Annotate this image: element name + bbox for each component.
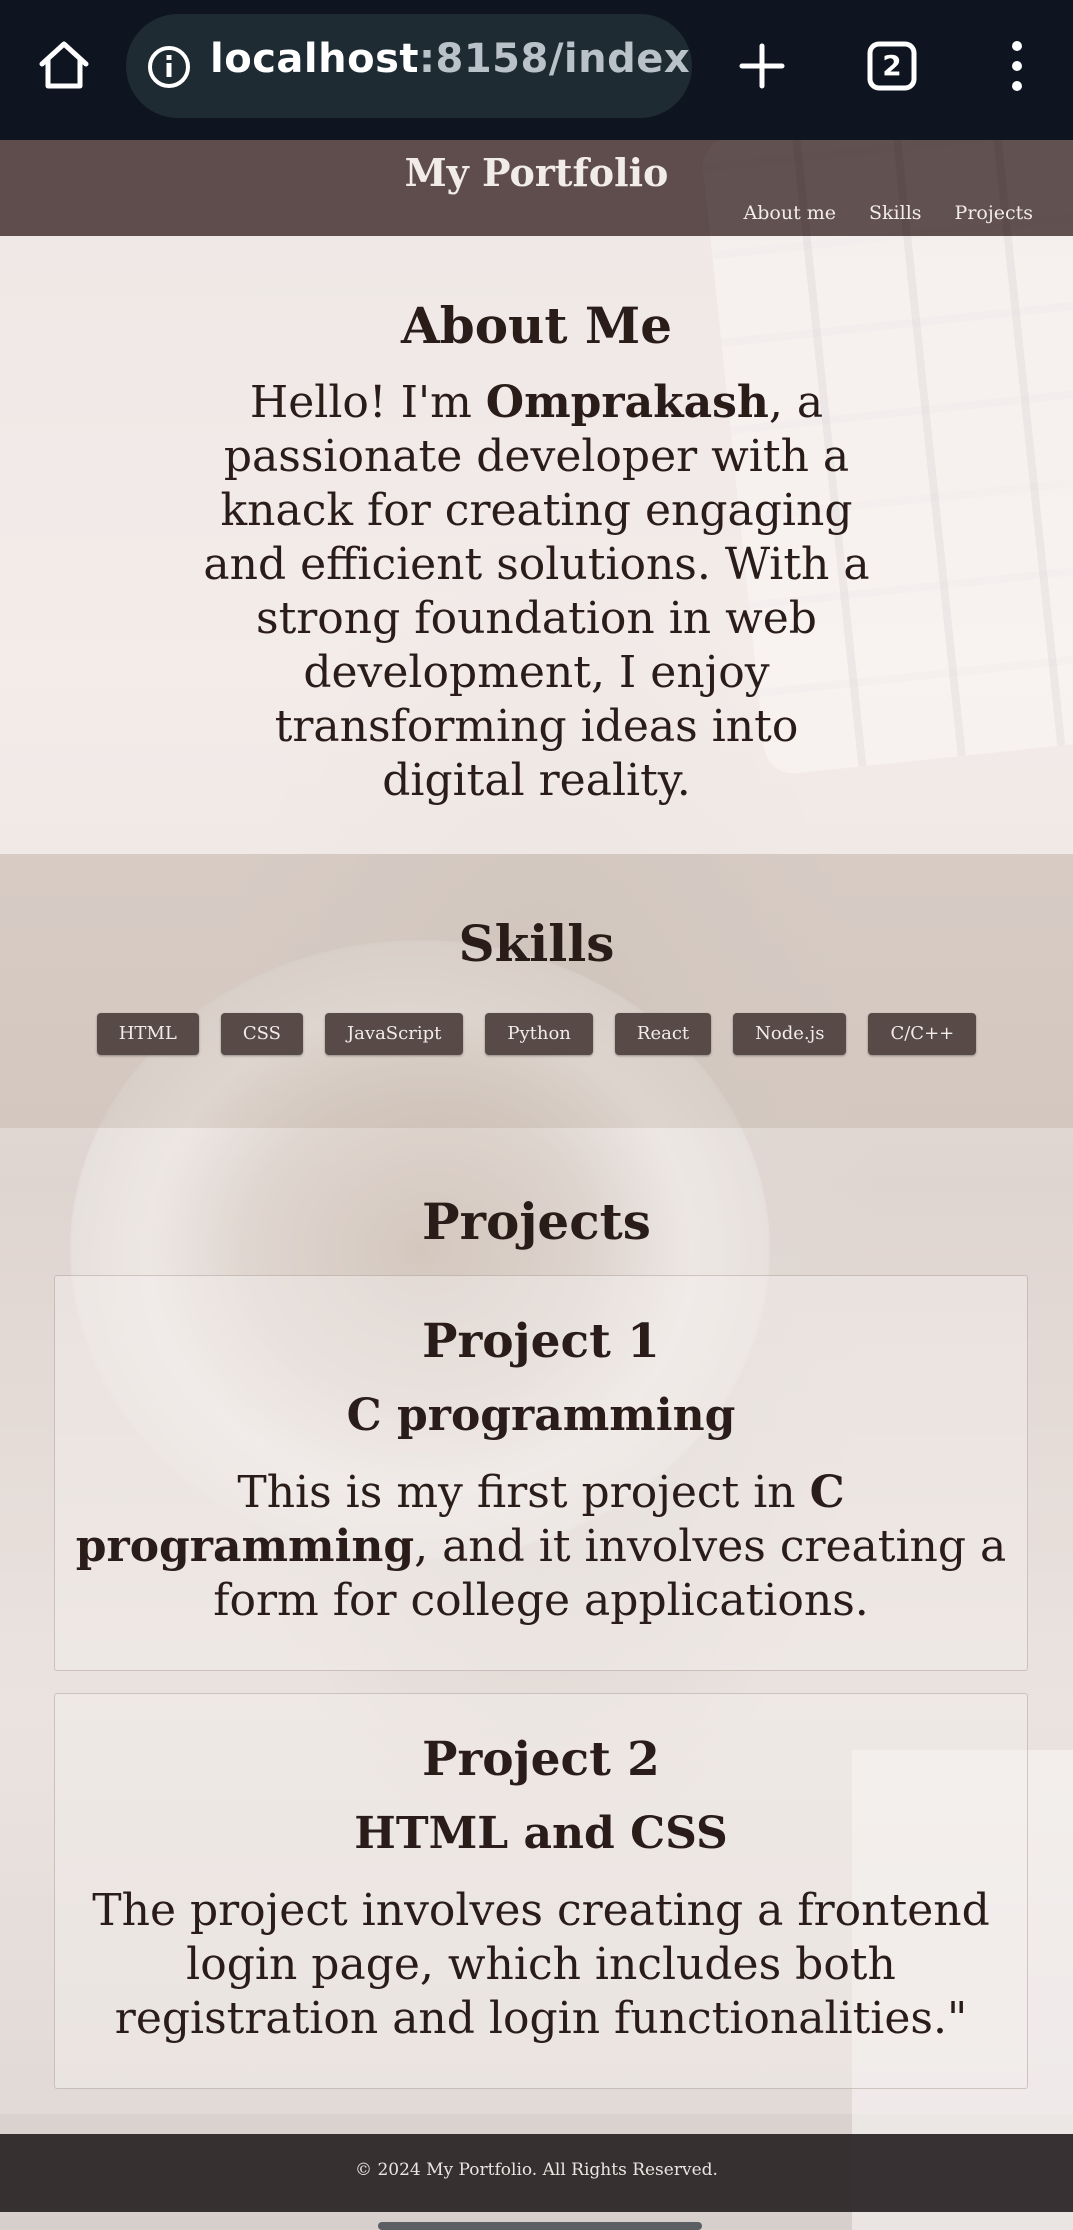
- tabs-icon[interactable]: 2: [866, 40, 918, 92]
- url-path: :8158/index: [419, 36, 691, 82]
- skill-badge: Python: [485, 1013, 593, 1055]
- about-name: Omprakash: [485, 377, 769, 428]
- nav-projects[interactable]: Projects: [955, 202, 1033, 224]
- skill-badge: JavaScript: [324, 1013, 464, 1055]
- page-viewport: My Portfolio About me Skills Projects Ab…: [0, 140, 1073, 2230]
- project-description: The project involves creating a frontend…: [92, 1885, 990, 2044]
- about-section: About Me Hello! I'm Omprakash, a passion…: [0, 236, 1073, 854]
- site-footer: © 2024 My Portfolio. All Rights Reserved…: [0, 2134, 1073, 2212]
- project-card: Project 2 HTML and CSS The project invol…: [54, 1693, 1028, 2089]
- url-host: localhost: [210, 36, 419, 82]
- skill-badge: React: [614, 1013, 712, 1055]
- project-title: Project 2: [422, 1732, 660, 1787]
- project-title: Project 1: [422, 1314, 660, 1369]
- project-subtitle: C programming: [346, 1390, 736, 1441]
- project-description: This is my first project in C programmin…: [71, 1466, 1011, 1628]
- projects-section: Projects Project 1 C programming This is…: [0, 1128, 1073, 2114]
- project-card: Project 1 C programming This is my first…: [54, 1275, 1028, 1671]
- about-text: Hello! I'm Omprakash, a passionate devel…: [200, 376, 873, 808]
- skill-badge: HTML: [96, 1013, 199, 1055]
- skill-badge: C/C++: [868, 1013, 977, 1055]
- project-subtitle: HTML and CSS: [354, 1808, 728, 1859]
- skill-badge: CSS: [220, 1013, 303, 1055]
- projects-heading: Projects: [422, 1192, 651, 1251]
- footer-copyright: © 2024 My Portfolio. All Rights Reserved…: [355, 2160, 718, 2180]
- skills-heading: Skills: [458, 914, 615, 973]
- project-desc-intro: This is my first project in: [237, 1467, 810, 1518]
- home-icon[interactable]: [36, 38, 92, 94]
- address-bar[interactable]: localhost:8158/index: [126, 14, 692, 118]
- about-text-body: , a passionate developer with a knack fo…: [203, 377, 870, 806]
- gesture-handle[interactable]: [378, 2222, 702, 2230]
- site-nav: About me Skills Projects: [744, 202, 1033, 224]
- skills-section: Skills HTML CSS JavaScript Python React …: [0, 854, 1073, 1128]
- skill-badge: Node.js: [733, 1013, 847, 1055]
- info-icon[interactable]: [146, 44, 192, 90]
- site-header: My Portfolio About me Skills Projects: [0, 140, 1073, 236]
- more-vert-icon[interactable]: [1000, 38, 1034, 94]
- about-text-intro: Hello! I'm: [249, 377, 486, 428]
- about-heading: About Me: [400, 296, 673, 355]
- browser-toolbar: localhost:8158/index 2: [0, 0, 1073, 140]
- site-title: My Portfolio: [404, 150, 669, 195]
- nav-about-me[interactable]: About me: [744, 202, 837, 224]
- tab-count: 2: [882, 49, 902, 82]
- plus-icon[interactable]: [736, 40, 788, 92]
- nav-skills[interactable]: Skills: [869, 202, 922, 224]
- url-text[interactable]: localhost:8158/index: [210, 36, 690, 82]
- skill-list: HTML CSS JavaScript Python React Node.js…: [0, 1013, 1073, 1055]
